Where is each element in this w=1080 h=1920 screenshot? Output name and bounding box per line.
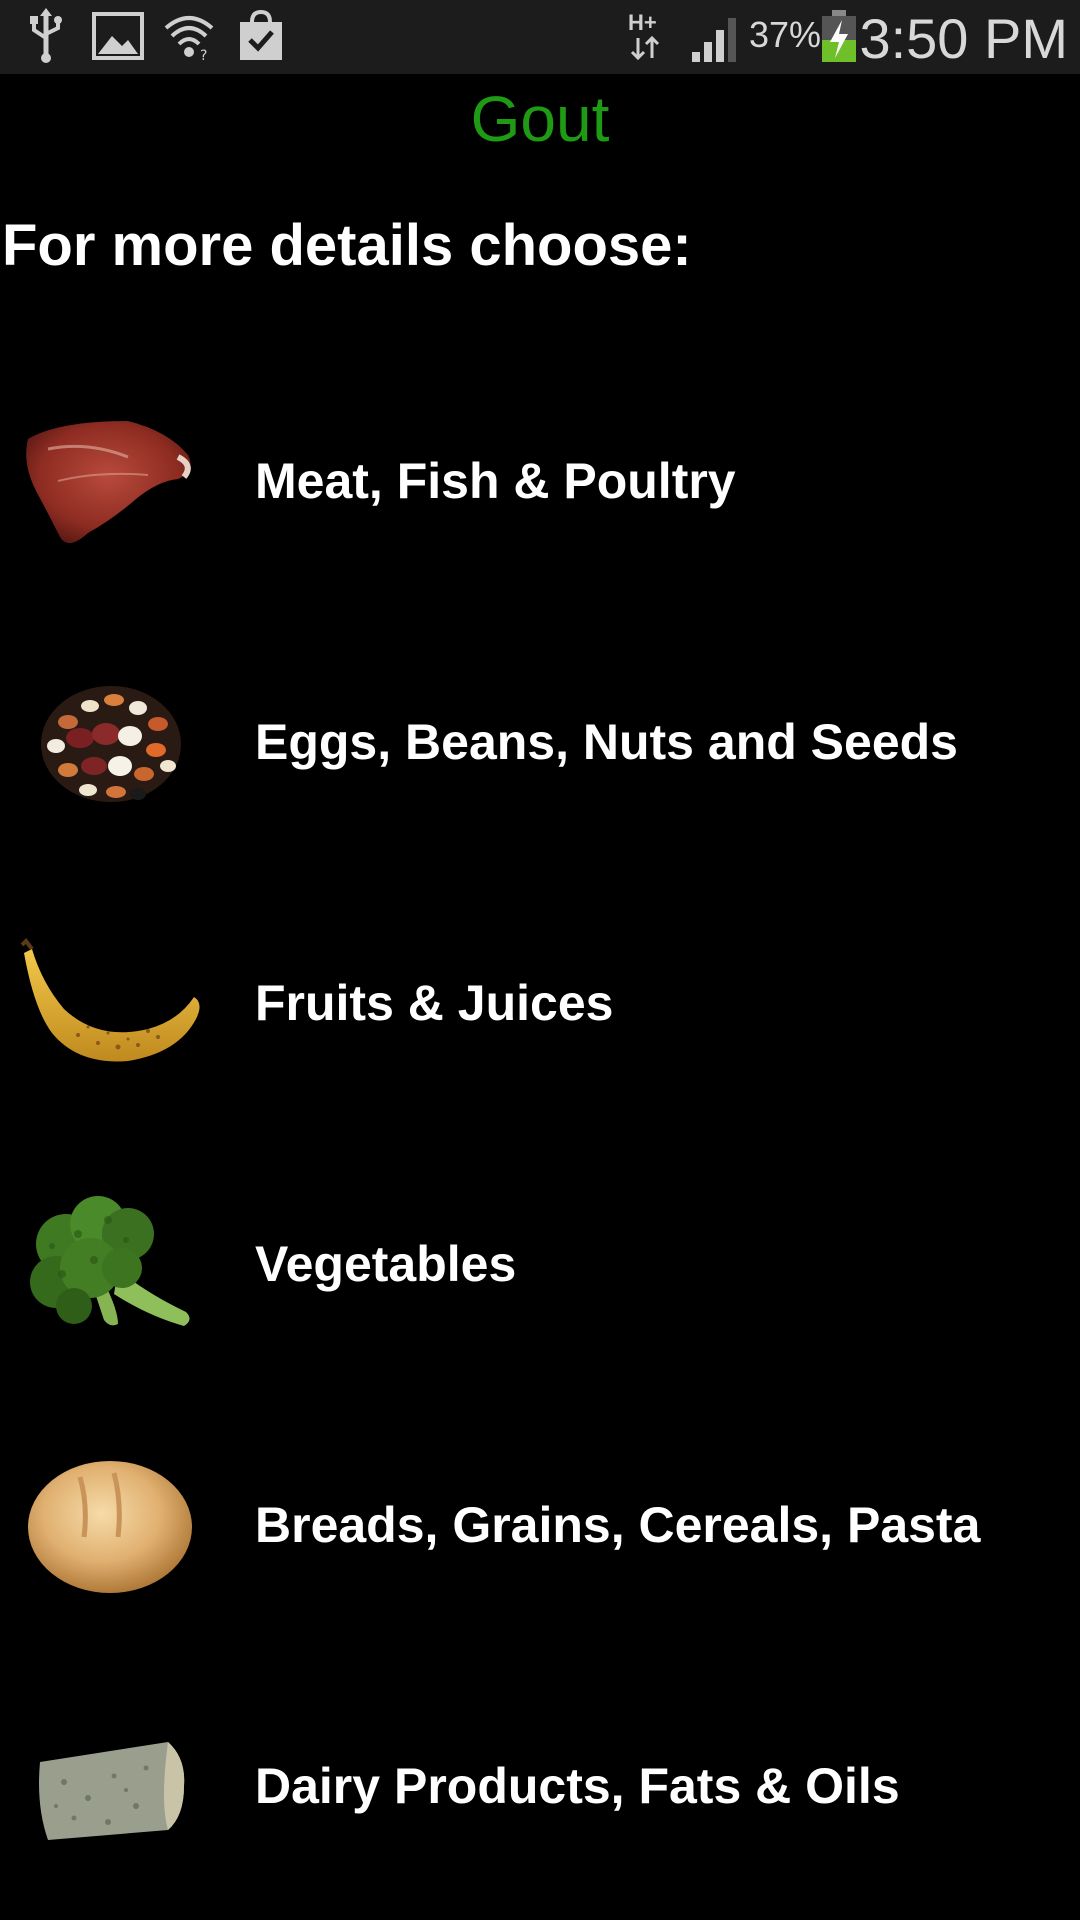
- cheese-icon: [18, 1706, 204, 1866]
- category-dairy-fats-oils[interactable]: Dairy Products, Fats & Oils: [0, 1655, 1080, 1916]
- beans-icon: [18, 662, 204, 822]
- category-label: Eggs, Beans, Nuts and Seeds: [255, 713, 958, 770]
- hplus-data-icon: H+: [626, 8, 666, 64]
- banana-icon: [18, 923, 204, 1083]
- battery-percent: 37%: [749, 14, 822, 55]
- clock: 3:50 PM: [859, 7, 1068, 70]
- signal-icon: [690, 8, 742, 64]
- steak-icon: [18, 401, 204, 561]
- category-label: Fruits & Juices: [255, 974, 614, 1031]
- category-vegetables[interactable]: Vegetables: [0, 1133, 1080, 1394]
- usb-icon: [24, 8, 68, 64]
- shopping-bag-icon: [236, 8, 286, 64]
- wifi-icon: ?: [162, 8, 216, 64]
- bread-icon: [18, 1445, 204, 1605]
- network-type-text: H+: [628, 10, 657, 35]
- status-bar: ? H+ 37% 3:50 PM: [0, 0, 1080, 74]
- svg-text:?: ?: [200, 48, 207, 64]
- instruction-text: For more details choose:: [2, 213, 692, 278]
- gallery-icon: [92, 8, 144, 64]
- category-label: Breads, Grains, Cereals, Pasta: [255, 1496, 981, 1553]
- category-eggs-beans-nuts-seeds[interactable]: Eggs, Beans, Nuts and Seeds: [0, 611, 1080, 872]
- category-meat-fish-poultry[interactable]: Meat, Fish & Poultry: [0, 350, 1080, 611]
- category-breads-grains-cereals-pasta[interactable]: Breads, Grains, Cereals, Pasta: [0, 1394, 1080, 1655]
- app-title: Gout: [470, 83, 610, 155]
- category-label: Vegetables: [255, 1235, 517, 1292]
- category-label: Meat, Fish & Poultry: [255, 452, 736, 509]
- broccoli-icon: [18, 1184, 204, 1344]
- category-list: Meat, Fish & Poultry Eggs, Beans, Nuts a…: [0, 350, 1080, 1916]
- battery-charging-icon: [820, 8, 858, 64]
- category-label: Dairy Products, Fats & Oils: [255, 1757, 900, 1814]
- category-fruits-juices[interactable]: Fruits & Juices: [0, 872, 1080, 1133]
